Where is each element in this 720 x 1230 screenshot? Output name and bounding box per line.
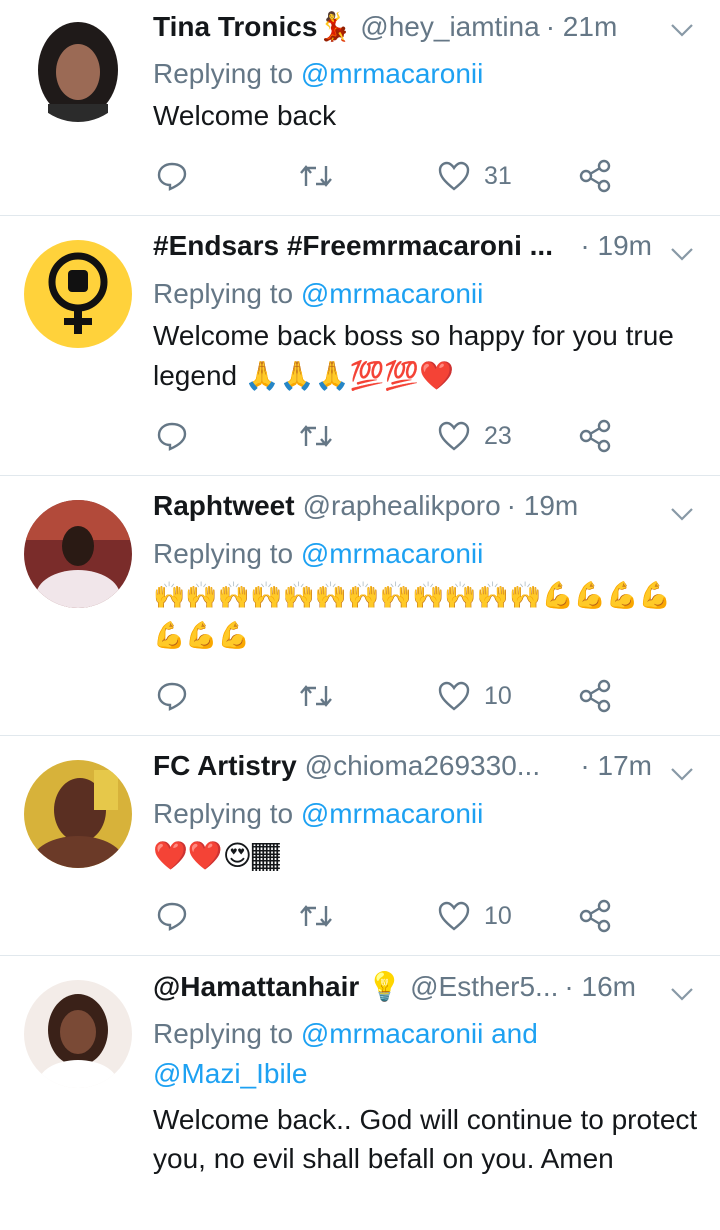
like-button[interactable]: 31 bbox=[438, 161, 512, 191]
name-emoji: 💃 bbox=[317, 10, 353, 43]
replying-prefix: Replying to bbox=[153, 798, 294, 829]
share-icon bbox=[579, 419, 611, 453]
reply-button[interactable] bbox=[156, 420, 188, 452]
like-button[interactable]: 10 bbox=[438, 681, 512, 711]
share-button[interactable] bbox=[578, 419, 612, 453]
display-name[interactable]: #Endsars #Freemrmacaroni ... bbox=[153, 230, 553, 262]
display-name[interactable]: FC Artistry bbox=[153, 750, 297, 782]
chevron-down-icon[interactable] bbox=[670, 22, 694, 38]
avatar[interactable] bbox=[24, 14, 132, 122]
replying-to: Replying to @mrmacaronii bbox=[153, 274, 698, 314]
tweet[interactable]: Tina Tronics 💃 @hey_iamtina · 21m Replyi… bbox=[0, 0, 720, 216]
user-handle[interactable]: @hey_iamtina bbox=[360, 11, 539, 43]
reply-icon bbox=[157, 162, 187, 191]
chevron-down-icon[interactable] bbox=[670, 986, 694, 1002]
name-emoji: 💡 bbox=[367, 970, 403, 1003]
timestamp[interactable]: · 21m bbox=[546, 11, 618, 43]
reply-icon bbox=[157, 422, 187, 451]
timestamp[interactable]: · 19m bbox=[580, 230, 652, 262]
reply-button[interactable] bbox=[156, 160, 188, 192]
replying-prefix: Replying to bbox=[153, 1018, 294, 1049]
tweet-text: Welcome back boss so happy for you true … bbox=[153, 320, 674, 391]
retweet-button[interactable] bbox=[298, 680, 334, 712]
retweet-button[interactable] bbox=[298, 160, 334, 192]
like-count: 23 bbox=[484, 421, 512, 450]
like-button[interactable]: 23 bbox=[438, 421, 512, 451]
mention-link[interactable]: @mrmacaronii bbox=[301, 798, 483, 829]
retweet-icon bbox=[300, 165, 332, 187]
tweet[interactable]: @Hamattanhair 💡 @Esther5... · 16m Replyi… bbox=[0, 956, 720, 1230]
share-icon bbox=[579, 159, 611, 193]
like-icon bbox=[438, 161, 470, 191]
tweet-text: 🙌🙌🙌🙌🙌🙌🙌🙌🙌🙌🙌🙌💪💪💪💪💪💪💪 bbox=[153, 581, 671, 651]
share-button[interactable] bbox=[578, 159, 612, 193]
timestamp[interactable]: · 17m bbox=[580, 750, 652, 782]
like-icon bbox=[438, 901, 470, 931]
mention-link[interactable]: @mrmacaronii bbox=[301, 278, 483, 309]
share-button[interactable] bbox=[578, 899, 612, 933]
user-handle[interactable]: @chioma269330... bbox=[305, 750, 540, 782]
replying-prefix: Replying to bbox=[153, 538, 294, 569]
avatar[interactable] bbox=[24, 980, 132, 1088]
tweet[interactable]: Raphtweet @raphealikporo · 19m Replying … bbox=[0, 476, 720, 736]
replying-to: Replying to @mrmacaronii bbox=[153, 54, 698, 94]
replying-prefix: Replying to bbox=[153, 278, 294, 309]
avatar[interactable] bbox=[24, 500, 132, 608]
replying-to: Replying to @mrmacaronii and @Mazi_Ibile bbox=[153, 1014, 698, 1094]
like-count: 10 bbox=[484, 681, 512, 710]
retweet-button[interactable] bbox=[298, 420, 334, 452]
mention-link[interactable]: @Mazi_Ibile bbox=[153, 1058, 307, 1089]
like-count: 10 bbox=[484, 901, 512, 930]
share-icon bbox=[579, 899, 611, 933]
share-button[interactable] bbox=[578, 679, 612, 713]
timestamp[interactable]: · 16m bbox=[564, 971, 636, 1003]
display-name[interactable]: Tina Tronics bbox=[153, 11, 317, 43]
retweet-icon bbox=[300, 685, 332, 707]
chevron-down-icon[interactable] bbox=[670, 766, 694, 782]
replying-prefix: Replying to bbox=[153, 58, 294, 89]
replying-to: Replying to @mrmacaronii bbox=[153, 534, 698, 574]
replying-to: Replying to @mrmacaronii bbox=[153, 794, 698, 834]
avatar[interactable] bbox=[24, 760, 132, 868]
reply-icon bbox=[157, 902, 187, 931]
retweet-icon bbox=[300, 905, 332, 927]
mention-link[interactable]: @mrmacaronii bbox=[301, 538, 483, 569]
share-icon bbox=[579, 679, 611, 713]
tweet-text: ❤️❤️😍🏾 bbox=[153, 839, 280, 872]
retweet-button[interactable] bbox=[298, 900, 334, 932]
tweet[interactable]: FC Artistry @chioma269330... · 17m Reply… bbox=[0, 736, 720, 956]
like-icon bbox=[438, 421, 470, 451]
user-handle[interactable]: @Esther5... bbox=[410, 971, 558, 1003]
like-count: 31 bbox=[484, 161, 512, 190]
avatar[interactable] bbox=[24, 240, 132, 348]
tweet-text: Welcome back.. God will continue to prot… bbox=[153, 1104, 698, 1174]
tweet-text: Welcome back bbox=[153, 100, 337, 131]
reply-icon bbox=[157, 682, 187, 711]
user-handle[interactable]: @raphealikporo bbox=[303, 490, 501, 522]
chevron-down-icon[interactable] bbox=[670, 246, 694, 262]
timestamp[interactable]: · 19m bbox=[507, 490, 579, 522]
retweet-icon bbox=[300, 425, 332, 447]
mention-link[interactable]: @mrmacaronii bbox=[301, 58, 483, 89]
reply-button[interactable] bbox=[156, 900, 188, 932]
reply-button[interactable] bbox=[156, 680, 188, 712]
display-name[interactable]: Raphtweet bbox=[153, 490, 295, 522]
like-icon bbox=[438, 681, 470, 711]
chevron-down-icon[interactable] bbox=[670, 506, 694, 522]
like-button[interactable]: 10 bbox=[438, 901, 512, 931]
mention-link[interactable]: @mrmacaronii and bbox=[301, 1018, 538, 1049]
tweet[interactable]: #Endsars #Freemrmacaroni ... · 19m Reply… bbox=[0, 216, 720, 476]
display-name[interactable]: @Hamattanhair bbox=[153, 971, 359, 1003]
